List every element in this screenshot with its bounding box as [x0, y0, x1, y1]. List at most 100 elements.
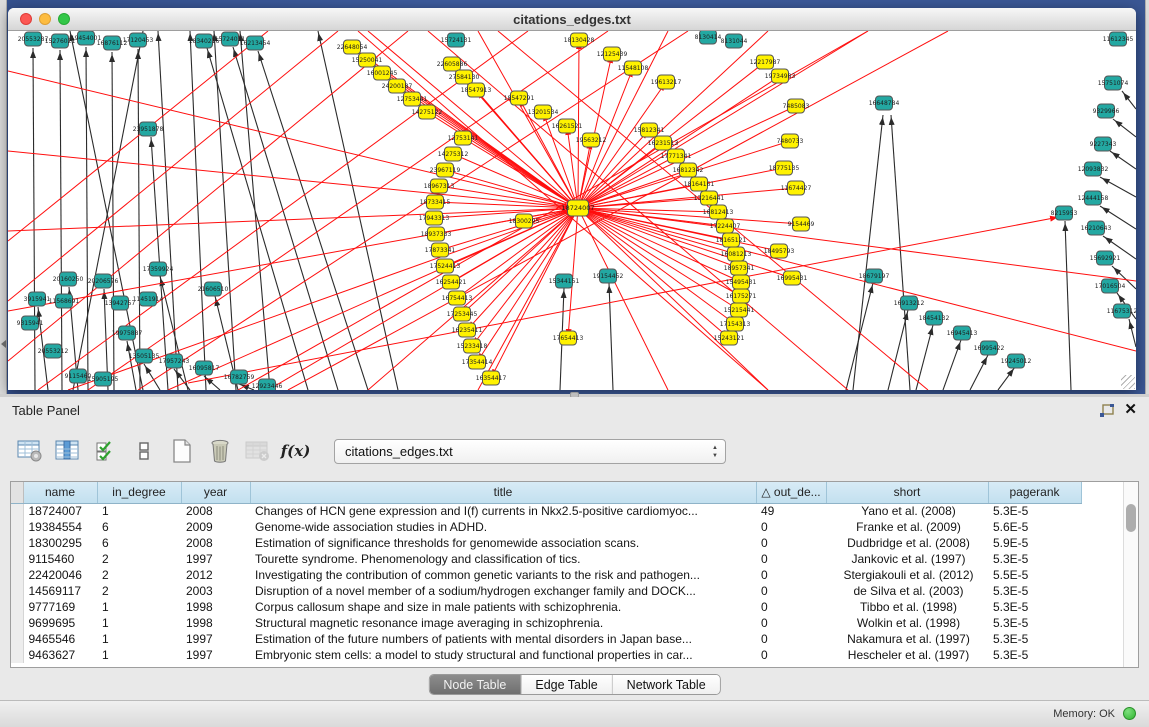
window-resize-grip[interactable] — [1121, 375, 1135, 389]
cell-out_degree[interactable]: 0 — [756, 583, 826, 599]
cell-name[interactable]: 9465546 — [23, 631, 97, 647]
cell-short[interactable]: Franke et al. (2009) — [826, 519, 988, 535]
cell-year[interactable]: 2012 — [181, 567, 250, 583]
cell-title[interactable]: Embryonic stem cells: a model to study s… — [250, 647, 756, 663]
cell-in_degree[interactable]: 1 — [97, 599, 181, 615]
cell-short[interactable]: Dudbridge et al. (2008) — [826, 535, 988, 551]
cell-pagerank[interactable]: 5.3E-5 — [988, 647, 1081, 663]
function-builder-icon[interactable]: f(x) — [282, 438, 309, 465]
table-settings-icon[interactable] — [16, 438, 43, 465]
column-header-short[interactable]: short — [826, 482, 988, 503]
cell-year[interactable]: 2008 — [181, 503, 250, 519]
column-visibility-icon[interactable] — [54, 438, 81, 465]
column-header-name[interactable]: name — [23, 482, 97, 503]
cell-in_degree[interactable]: 6 — [97, 519, 181, 535]
scrollbar-thumb[interactable] — [1126, 504, 1136, 532]
table-row[interactable]: 946362711997Embryonic stem cells: a mode… — [11, 647, 1081, 663]
cell-title[interactable]: Tourette syndrome. Phenomenology and cla… — [250, 551, 756, 567]
table-row[interactable]: 946554611997Estimation of the future num… — [11, 631, 1081, 647]
cell-pagerank[interactable]: 5.3E-5 — [988, 599, 1081, 615]
row-height-icon[interactable] — [130, 438, 157, 465]
cell-name[interactable]: 22420046 — [23, 567, 97, 583]
cell-year[interactable]: 2009 — [181, 519, 250, 535]
cell-pagerank[interactable]: 5.3E-5 — [988, 551, 1081, 567]
memory-status-indicator-icon[interactable] — [1123, 707, 1136, 720]
float-window-icon[interactable] — [1099, 404, 1115, 418]
cell-title[interactable]: Investigating the contribution of common… — [250, 567, 756, 583]
cell-out_degree[interactable]: 0 — [756, 567, 826, 583]
column-header-pagerank[interactable]: pagerank — [988, 482, 1081, 503]
cell-in_degree[interactable]: 1 — [97, 503, 181, 519]
cell-year[interactable]: 1998 — [181, 599, 250, 615]
cell-out_degree[interactable]: 0 — [756, 551, 826, 567]
cell-short[interactable]: Jankovic et al. (1997) — [826, 551, 988, 567]
cell-short[interactable]: Tibbo et al. (1998) — [826, 599, 988, 615]
cell-pagerank[interactable]: 5.3E-5 — [988, 615, 1081, 631]
cell-short[interactable]: Stergiakouli et al. (2012) — [826, 567, 988, 583]
table-row[interactable]: 1872400712008Changes of HCN gene express… — [11, 503, 1081, 519]
cell-short[interactable]: de Silva et al. (2003) — [826, 583, 988, 599]
cell-title[interactable]: Structural magnetic resonance image aver… — [250, 615, 756, 631]
cell-name[interactable]: 9699695 — [23, 615, 97, 631]
cell-pagerank[interactable]: 5.6E-5 — [988, 519, 1081, 535]
column-header-year[interactable]: year — [181, 482, 250, 503]
cell-title[interactable]: Corpus callosum shape and size in male p… — [250, 599, 756, 615]
cell-name[interactable]: 14569117 — [23, 583, 97, 599]
cell-title[interactable]: Disruption of a novel member of a sodium… — [250, 583, 756, 599]
cell-in_degree[interactable]: 2 — [97, 567, 181, 583]
cell-year[interactable]: 2003 — [181, 583, 250, 599]
table-selector-dropdown[interactable]: citations_edges.txt ▲▼ — [334, 439, 726, 464]
cell-short[interactable]: Wolkin et al. (1998) — [826, 615, 988, 631]
column-header-title[interactable]: title — [250, 482, 756, 503]
cell-out_degree[interactable]: 0 — [756, 615, 826, 631]
cell-pagerank[interactable]: 5.5E-5 — [988, 567, 1081, 583]
cell-year[interactable]: 1997 — [181, 647, 250, 663]
column-header-out_degree[interactable]: △ out_de... — [756, 482, 826, 503]
cell-pagerank[interactable]: 5.3E-5 — [988, 631, 1081, 647]
cell-in_degree[interactable]: 2 — [97, 583, 181, 599]
collapse-left-arrow-icon[interactable] — [1, 340, 6, 348]
column-header-in_degree[interactable]: in_degree — [97, 482, 181, 503]
network-window-titlebar[interactable]: citations_edges.txt — [8, 8, 1136, 31]
cell-out_degree[interactable]: 0 — [756, 631, 826, 647]
cell-in_degree[interactable]: 1 — [97, 631, 181, 647]
cell-in_degree[interactable]: 1 — [97, 615, 181, 631]
cell-year[interactable]: 1997 — [181, 631, 250, 647]
cell-name[interactable]: 18300295 — [23, 535, 97, 551]
cell-title[interactable]: Genome-wide association studies in ADHD. — [250, 519, 756, 535]
cell-in_degree[interactable]: 6 — [97, 535, 181, 551]
cell-out_degree[interactable]: 0 — [756, 647, 826, 663]
cell-pagerank[interactable]: 5.9E-5 — [988, 535, 1081, 551]
cell-in_degree[interactable]: 2 — [97, 551, 181, 567]
cell-name[interactable]: 9463627 — [23, 647, 97, 663]
cell-name[interactable]: 18724007 — [23, 503, 97, 519]
tab-network-table[interactable]: Network Table — [612, 675, 720, 694]
cell-title[interactable]: Estimation of the future numbers of pati… — [250, 631, 756, 647]
cell-out_degree[interactable]: 0 — [756, 599, 826, 615]
node-table[interactable]: namein_degreeyeartitle△ out_de...shortpa… — [10, 481, 1139, 668]
new-document-icon[interactable] — [168, 438, 195, 465]
row-selection-icon[interactable] — [92, 438, 119, 465]
tab-node-table[interactable]: Node Table — [429, 675, 520, 694]
table-vertical-scrollbar[interactable] — [1123, 482, 1138, 667]
cell-short[interactable]: Yano et al. (2008) — [826, 503, 988, 519]
table-row[interactable]: 1456911722003Disruption of a novel membe… — [11, 583, 1081, 599]
left-splitter-strip[interactable] — [0, 0, 7, 396]
cell-year[interactable]: 2008 — [181, 535, 250, 551]
table-row[interactable]: 969969511998Structural magnetic resonanc… — [11, 615, 1081, 631]
cell-short[interactable]: Nakamura et al. (1997) — [826, 631, 988, 647]
network-canvas-svg[interactable]: 2264805415250041160012452420018712753441… — [8, 31, 1136, 390]
table-row[interactable]: 911546021997Tourette syndrome. Phenomeno… — [11, 551, 1081, 567]
table-row[interactable]: 1938455462009Genome-wide association stu… — [11, 519, 1081, 535]
cell-name[interactable]: 9777169 — [23, 599, 97, 615]
cell-pagerank[interactable]: 5.3E-5 — [988, 583, 1081, 599]
cell-name[interactable]: 19384554 — [23, 519, 97, 535]
cell-short[interactable]: Hescheler et al. (1997) — [826, 647, 988, 663]
cell-out_degree[interactable]: 0 — [756, 519, 826, 535]
cell-out_degree[interactable]: 0 — [756, 535, 826, 551]
cell-out_degree[interactable]: 49 — [756, 503, 826, 519]
cell-title[interactable]: Changes of HCN gene expression and I(f) … — [250, 503, 756, 519]
cell-year[interactable]: 1997 — [181, 551, 250, 567]
cell-title[interactable]: Estimation of significance thresholds fo… — [250, 535, 756, 551]
cell-name[interactable]: 9115460 — [23, 551, 97, 567]
